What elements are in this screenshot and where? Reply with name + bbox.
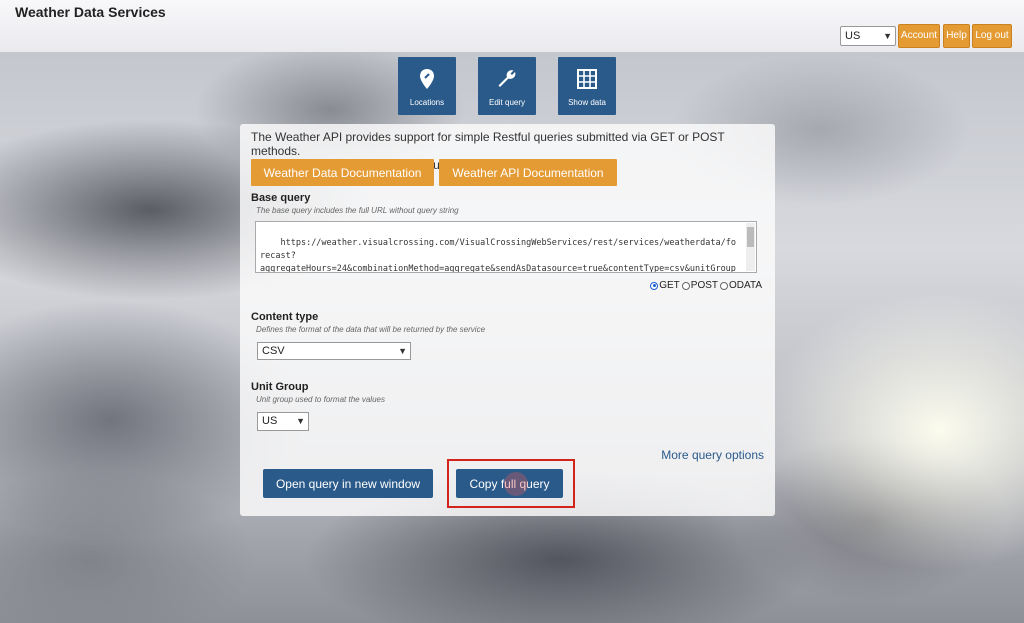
chevron-down-icon: ▼ bbox=[398, 346, 407, 356]
get-radio[interactable] bbox=[650, 281, 659, 290]
help-button[interactable]: Help bbox=[943, 24, 970, 48]
logout-button[interactable]: Log out bbox=[972, 24, 1012, 48]
show-data-tile-button[interactable]: Show data bbox=[558, 57, 616, 115]
unit-system-value: US bbox=[845, 30, 861, 42]
unit-group-hint: Unit group used to format the values bbox=[256, 395, 385, 404]
base-query-hint: The base query includes the full URL wit… bbox=[256, 206, 459, 215]
get-radio-label: GET bbox=[659, 280, 680, 291]
open-query-new-window-button[interactable]: Open query in new window bbox=[263, 469, 433, 498]
unit-group-select[interactable]: US ▼ bbox=[257, 412, 309, 431]
edit-query-tile-label: Edit query bbox=[488, 98, 526, 107]
chevron-down-icon: ▼ bbox=[883, 31, 892, 41]
more-query-options-link[interactable]: More query options bbox=[661, 448, 764, 462]
odata-radio[interactable] bbox=[720, 281, 729, 290]
base-query-label: Base query bbox=[251, 192, 311, 204]
intro-line-1: The Weather API provides support for sim… bbox=[251, 130, 725, 158]
location-pin-icon bbox=[420, 69, 434, 89]
grid-icon bbox=[577, 69, 597, 89]
account-button[interactable]: Account bbox=[898, 24, 940, 48]
content-type-hint: Defines the format of the data that will… bbox=[256, 325, 486, 334]
method-radio-group: GET POST ODATA bbox=[650, 280, 762, 291]
mouse-cursor-icon bbox=[504, 472, 528, 496]
base-query-value: https://weather.visualcrossing.com/Visua… bbox=[260, 238, 736, 273]
app-title: Weather Data Services bbox=[15, 4, 166, 20]
base-query-textarea[interactable]: https://weather.visualcrossing.com/Visua… bbox=[255, 221, 757, 273]
scrollbar-thumb[interactable] bbox=[747, 227, 754, 247]
chevron-down-icon: ▼ bbox=[296, 416, 305, 426]
content-type-value: CSV bbox=[262, 345, 285, 357]
post-radio-label: POST bbox=[690, 280, 719, 291]
weather-data-documentation-button[interactable]: Weather Data Documentation bbox=[251, 159, 434, 186]
locations-tile-label: Locations bbox=[409, 98, 445, 107]
query-scrollbar[interactable] bbox=[746, 223, 755, 271]
post-radio[interactable] bbox=[681, 281, 690, 290]
wrench-icon bbox=[498, 70, 516, 87]
locations-tile-button[interactable]: Locations bbox=[398, 57, 456, 115]
unit-group-label: Unit Group bbox=[251, 381, 309, 393]
top-bar: Weather Data Services US ▼ Account Help … bbox=[0, 0, 1024, 52]
content-type-select[interactable]: CSV ▼ bbox=[257, 342, 411, 360]
content-type-label: Content type bbox=[251, 311, 319, 323]
unit-system-select[interactable]: US ▼ bbox=[840, 26, 896, 46]
odata-radio-label: ODATA bbox=[729, 280, 762, 291]
weather-api-documentation-button[interactable]: Weather API Documentation bbox=[439, 159, 617, 186]
query-panel: The Weather API provides support for sim… bbox=[240, 124, 775, 516]
edit-query-tile-button[interactable]: Edit query bbox=[478, 57, 536, 115]
unit-group-value: US bbox=[262, 415, 278, 427]
show-data-tile-label: Show data bbox=[568, 98, 606, 107]
